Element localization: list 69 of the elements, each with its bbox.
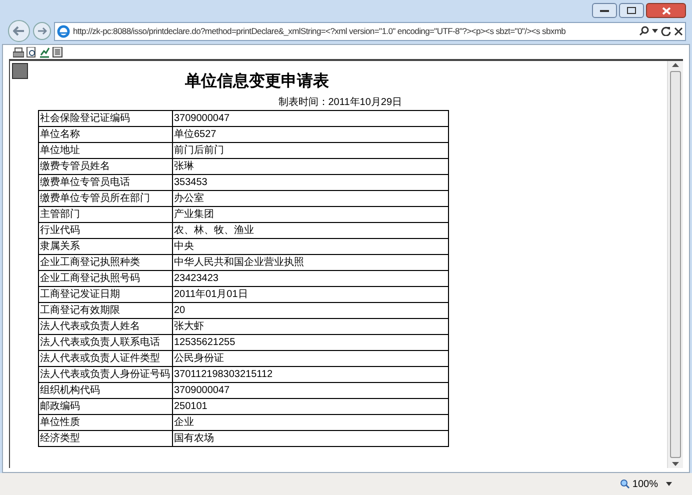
close-icon[interactable]: [674, 26, 683, 36]
label-cell: 工商登记有效期限: [38, 302, 172, 318]
value-cell: 前门后前门: [172, 142, 448, 158]
value-cell: 中央: [172, 238, 448, 254]
label-cell: 单位名称: [38, 126, 172, 142]
label-cell: 单位地址: [38, 142, 172, 158]
label-cell: 缴费单位专管员电话: [38, 174, 172, 190]
document-title: 单位信息变更申请表: [185, 73, 329, 91]
scroll-up-icon[interactable]: [672, 63, 679, 67]
dropdown-icon[interactable]: [666, 482, 672, 486]
value-cell: 单位6527: [172, 126, 448, 142]
label-cell: 经济类型: [38, 430, 172, 446]
label-cell: 社会保险登记证编码: [38, 110, 172, 126]
url-text: http://zk-pc:8088/isso/printdeclare.do?method=printDeclare&_xmlString=<?xml version="1.0" encoding="UTF-8"?><p><s sbzt="0"/><s sbxmb: [73, 24, 567, 38]
forward-button[interactable]: [33, 22, 51, 40]
value-cell: 370112198303215112: [172, 366, 448, 382]
arrow-left-icon: [13, 26, 25, 36]
zoom-level[interactable]: 100%: [632, 476, 658, 492]
value-cell: 农、林、牧、渔业: [172, 222, 448, 238]
value-cell: 23423423: [172, 270, 448, 286]
arrow-right-icon: [37, 27, 47, 35]
value-cell: 张大虾: [172, 318, 448, 334]
label-cell: 工商登记发证日期: [38, 286, 172, 302]
value-cell: 3709000047: [172, 382, 448, 398]
close-icon: [662, 6, 670, 14]
value-cell: 办公室: [172, 190, 448, 206]
zoom-icon[interactable]: [620, 479, 630, 489]
browser-icon: [57, 24, 70, 38]
value-cell: 3709000047: [172, 110, 448, 126]
label-cell: 企业工商登记执照号码: [38, 270, 172, 286]
refresh-icon[interactable]: [661, 26, 671, 36]
print-preview-icon[interactable]: [26, 46, 37, 58]
value-cell: 2011年01月01日: [172, 286, 448, 302]
minimize-button[interactable]: [592, 3, 617, 18]
value-cell: 中华人民共和国企业营业执照: [172, 254, 448, 270]
address-bar[interactable]: http://zk-pc:8088/isso/printdeclare.do?method=printDeclare&_xmlString=<?xml version="1.0" encoding="UTF-8"?><p><s sbzt="0"/><s sbxmb: [54, 22, 686, 40]
label-cell: 企业工商登记执照种类: [38, 254, 172, 270]
value-cell: 公民身份证: [172, 350, 448, 366]
value-cell: 张琳: [172, 158, 448, 174]
label-cell: 主管部门: [38, 206, 172, 222]
value-cell: 250101: [172, 398, 448, 414]
search-icon[interactable]: [639, 26, 649, 36]
chart-icon[interactable]: [39, 46, 50, 58]
label-cell: 缴费单位专管员所在部门: [38, 190, 172, 206]
scroll-down-icon[interactable]: [672, 462, 679, 466]
value-cell: 353453: [172, 174, 448, 190]
value-cell: 企业: [172, 414, 448, 430]
back-button[interactable]: [8, 20, 30, 42]
value-cell: 国有农场: [172, 430, 448, 446]
document-icon[interactable]: [52, 46, 63, 58]
dropdown-icon[interactable]: [652, 29, 658, 33]
close-button[interactable]: [646, 3, 686, 18]
value-cell: 20: [172, 302, 448, 318]
label-cell: 法人代表或负责人联系电话: [38, 334, 172, 350]
label-cell: 缴费专管员姓名: [38, 158, 172, 174]
label-cell: 法人代表或负责人证件类型: [38, 350, 172, 366]
label-cell: 邮政编码: [38, 398, 172, 414]
label-cell: 行业代码: [38, 222, 172, 238]
date-text: 制表时间：2011年10月29日: [278, 97, 402, 109]
label-cell: 组织机构代码: [38, 382, 172, 398]
label-cell: 隶属关系: [38, 238, 172, 254]
label-cell: 单位性质: [38, 414, 172, 430]
printer-icon[interactable]: [13, 46, 24, 58]
toolbar-square-button[interactable]: [12, 63, 28, 79]
label-cell: 法人代表或负责人身份证号码: [38, 366, 172, 382]
value-cell: 12535621255: [172, 334, 448, 350]
value-cell: 产业集团: [172, 206, 448, 222]
maximize-button[interactable]: [619, 3, 644, 18]
label-cell: 法人代表或负责人姓名: [38, 318, 172, 334]
